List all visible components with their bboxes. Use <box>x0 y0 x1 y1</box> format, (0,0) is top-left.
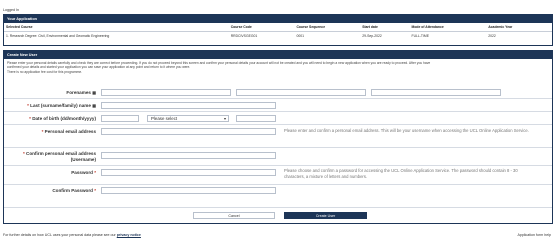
privacy-notice-link[interactable]: privacy notice <box>117 233 141 237</box>
last-name-label-text: Last (surname/family) name <box>30 103 91 108</box>
divider <box>4 124 552 125</box>
info-icon: ▦ <box>92 103 96 108</box>
privacy-footer-text: For further details on how UCL uses your… <box>3 233 116 237</box>
dob-year-field[interactable] <box>236 115 276 122</box>
password-label-text: Password <box>71 170 93 175</box>
email-field[interactable] <box>101 128 276 135</box>
confirm-email-label: * Confirm personal email address (Userna… <box>4 151 96 163</box>
last-name-label: * Last (surname/family) name ▦ <box>4 103 96 108</box>
forenames-field-3[interactable] <box>371 89 501 96</box>
email-label-text: Personal email address <box>44 129 96 134</box>
forenames-label: Forenames ▦ <box>4 90 96 95</box>
confirm-email-field[interactable] <box>101 152 276 159</box>
confirm-email-label-text: Confirm personal email address (Username… <box>26 151 96 162</box>
application-panel: Your Application Selected Course Course … <box>3 14 553 46</box>
column-header: Mode of Attendance <box>409 23 487 32</box>
application-form-help-link[interactable]: Application form help <box>517 233 551 237</box>
forenames-label-text: Forenames <box>66 90 91 95</box>
chevron-down-icon: ▾ <box>223 116 226 121</box>
logged-in-status: Logged In <box>3 8 19 12</box>
forenames-field-2[interactable] <box>236 89 366 96</box>
email-label: * Personal email address <box>4 129 96 134</box>
divider <box>4 207 552 208</box>
intro-line: There is no application fee cost for thi… <box>7 69 83 74</box>
column-header: Start date <box>360 23 410 32</box>
intro-text: Please enter your personal details caref… <box>4 59 552 76</box>
table-cell: 29-Sep-2022 <box>362 34 382 38</box>
forenames-field-1[interactable] <box>101 89 231 96</box>
confirm-password-label: Confirm Password * <box>4 188 96 193</box>
privacy-footer: For further details on how UCL uses your… <box>3 233 141 237</box>
required-marker: * <box>92 188 96 193</box>
application-panel-title: Your Application <box>4 15 552 23</box>
divider <box>4 98 552 99</box>
table-cell: RRDCIVSGEG01 <box>230 34 258 38</box>
dob-label: * Date of birth (dd/month/yyyy) <box>4 116 96 121</box>
required-marker: * <box>92 170 96 175</box>
column-header: Course Sequence <box>294 23 361 32</box>
column-header: Selected Course <box>4 23 229 32</box>
table-row: 1. Research Degree: Civil, Environmental… <box>4 32 552 41</box>
divider <box>4 111 552 112</box>
email-hint: Please enter and confirm a personal emai… <box>284 128 529 133</box>
create-user-panel: Create New User Please enter your person… <box>3 50 553 224</box>
create-user-title: Create New User <box>4 51 552 59</box>
column-header: Academic Year <box>486 23 552 32</box>
dob-month-value: Please select <box>151 116 178 121</box>
confirm-password-label-text: Confirm Password <box>52 188 93 193</box>
password-label: Password * <box>4 170 96 175</box>
table-cell: 1. Research Degree: Civil, Environmental… <box>6 34 110 38</box>
table-cell: 2022 <box>488 34 496 38</box>
table-cell: FULL-TIME <box>411 34 430 38</box>
divider <box>4 165 552 166</box>
info-icon: ▦ <box>92 90 96 95</box>
table-cell: 0001 <box>296 34 304 38</box>
last-name-field[interactable] <box>101 102 276 109</box>
dob-label-text: Date of birth (dd/month/yyyy) <box>32 116 96 121</box>
table-header-row: Selected Course Course Code Course Seque… <box>4 23 552 32</box>
application-table: Selected Course Course Code Course Seque… <box>4 23 552 40</box>
divider <box>4 147 552 148</box>
cancel-button[interactable]: Cancel <box>193 212 275 219</box>
password-field[interactable] <box>101 169 276 176</box>
column-header: Course Code <box>228 23 295 32</box>
confirm-password-field[interactable] <box>101 187 276 194</box>
divider <box>4 184 552 185</box>
create-user-button[interactable]: Create User <box>284 212 367 219</box>
dob-month-select[interactable]: Please select ▾ <box>147 115 229 122</box>
password-hint: Please choose and confirm a password for… <box>284 168 518 179</box>
dob-day-field[interactable] <box>101 115 139 122</box>
